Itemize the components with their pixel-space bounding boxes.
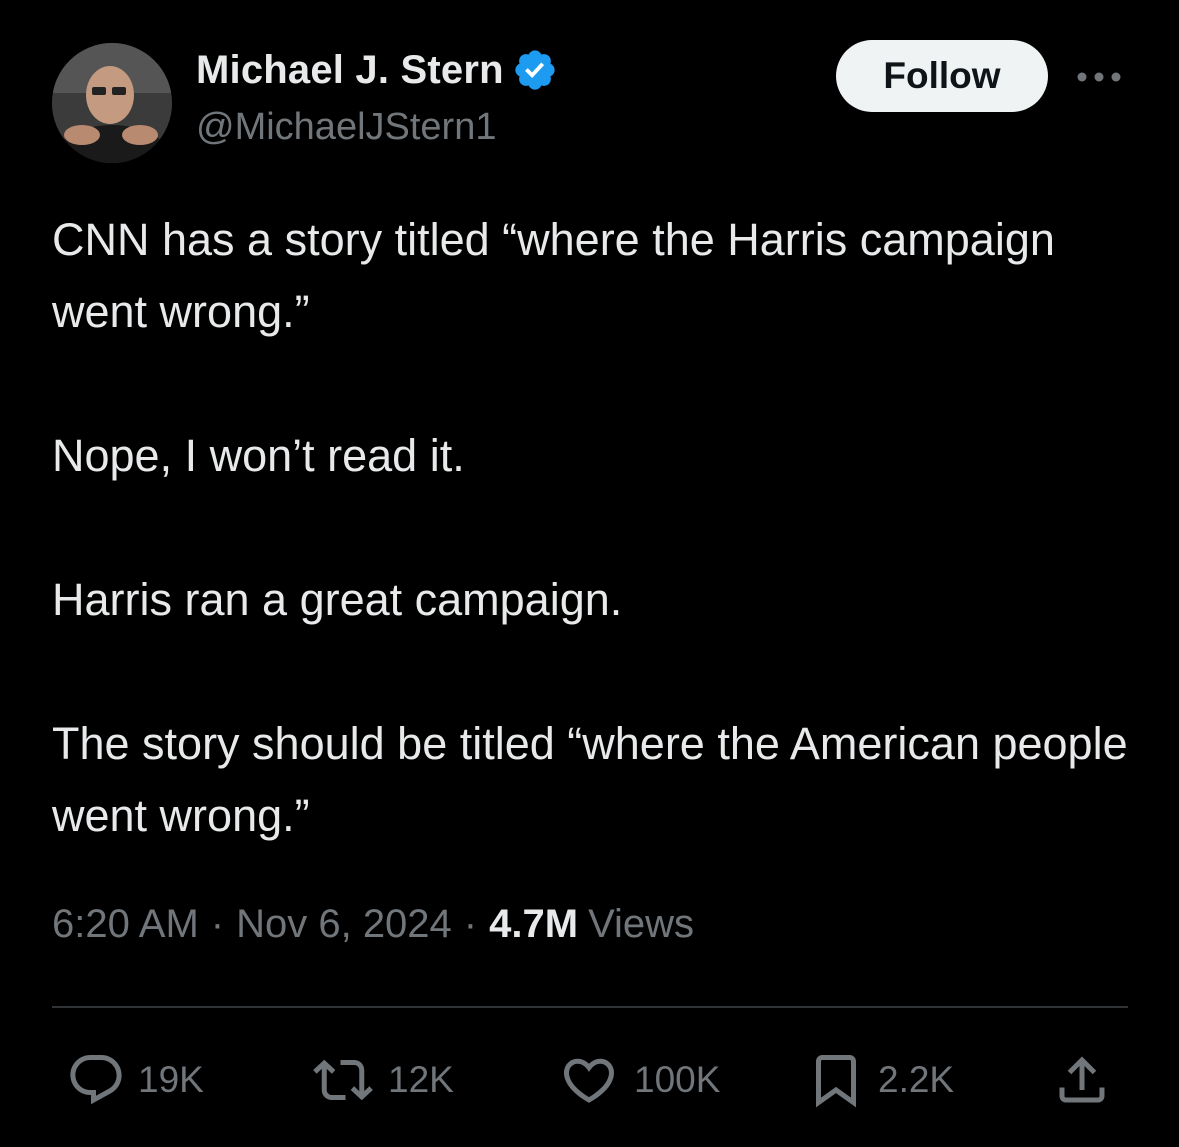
reply-count: 19K — [138, 1059, 204, 1100]
tweet-paragraph: The story should be titled “where the Am… — [52, 718, 1128, 841]
tweet-card: Michael J. Stern @MichaelJStern1 Follow … — [0, 0, 1179, 1147]
bookmark-button[interactable]: 2.2K — [806, 1050, 954, 1110]
reply-button[interactable]: 19K — [66, 1050, 204, 1110]
share-button[interactable] — [1052, 1050, 1112, 1110]
repost-icon — [310, 1050, 376, 1110]
tweet-paragraph: CNN has a story titled “where the Harris… — [52, 214, 1055, 337]
repost-count: 12K — [388, 1059, 454, 1100]
repost-button[interactable]: 12K — [310, 1050, 454, 1110]
follow-button[interactable]: Follow — [836, 40, 1048, 112]
tweet-text: CNN has a story titled “where the Harris… — [52, 204, 1132, 852]
tweet-paragraph: Harris ran a great campaign. — [52, 574, 623, 625]
tweet-meta: 6:20 AM · Nov 6, 2024 · 4.7M Views — [52, 902, 694, 947]
more-options-icon[interactable] — [1072, 60, 1126, 94]
tweet-time[interactable]: 6:20 AM — [52, 902, 199, 947]
share-icon — [1052, 1050, 1112, 1110]
reply-icon — [66, 1050, 126, 1110]
meta-separator: · — [210, 902, 225, 946]
meta-separator: · — [463, 902, 478, 946]
bookmark-count: 2.2K — [878, 1059, 955, 1100]
like-count: 100K — [634, 1059, 721, 1100]
verified-badge-icon[interactable] — [512, 47, 558, 93]
divider — [52, 1006, 1128, 1008]
bookmark-icon — [806, 1050, 866, 1110]
author-display-name[interactable]: Michael J. Stern — [196, 48, 504, 93]
avatar[interactable] — [52, 43, 172, 163]
views-count[interactable]: 4.7M — [489, 902, 578, 947]
author-handle[interactable]: @MichaelJStern1 — [196, 106, 496, 149]
views-label: Views — [588, 902, 695, 946]
like-button[interactable]: 100K — [556, 1050, 720, 1110]
tweet-date[interactable]: Nov 6, 2024 — [236, 902, 452, 947]
author-name-row: Michael J. Stern — [196, 44, 558, 96]
heart-icon — [556, 1050, 622, 1110]
tweet-paragraph: Nope, I won’t read it. — [52, 430, 465, 481]
